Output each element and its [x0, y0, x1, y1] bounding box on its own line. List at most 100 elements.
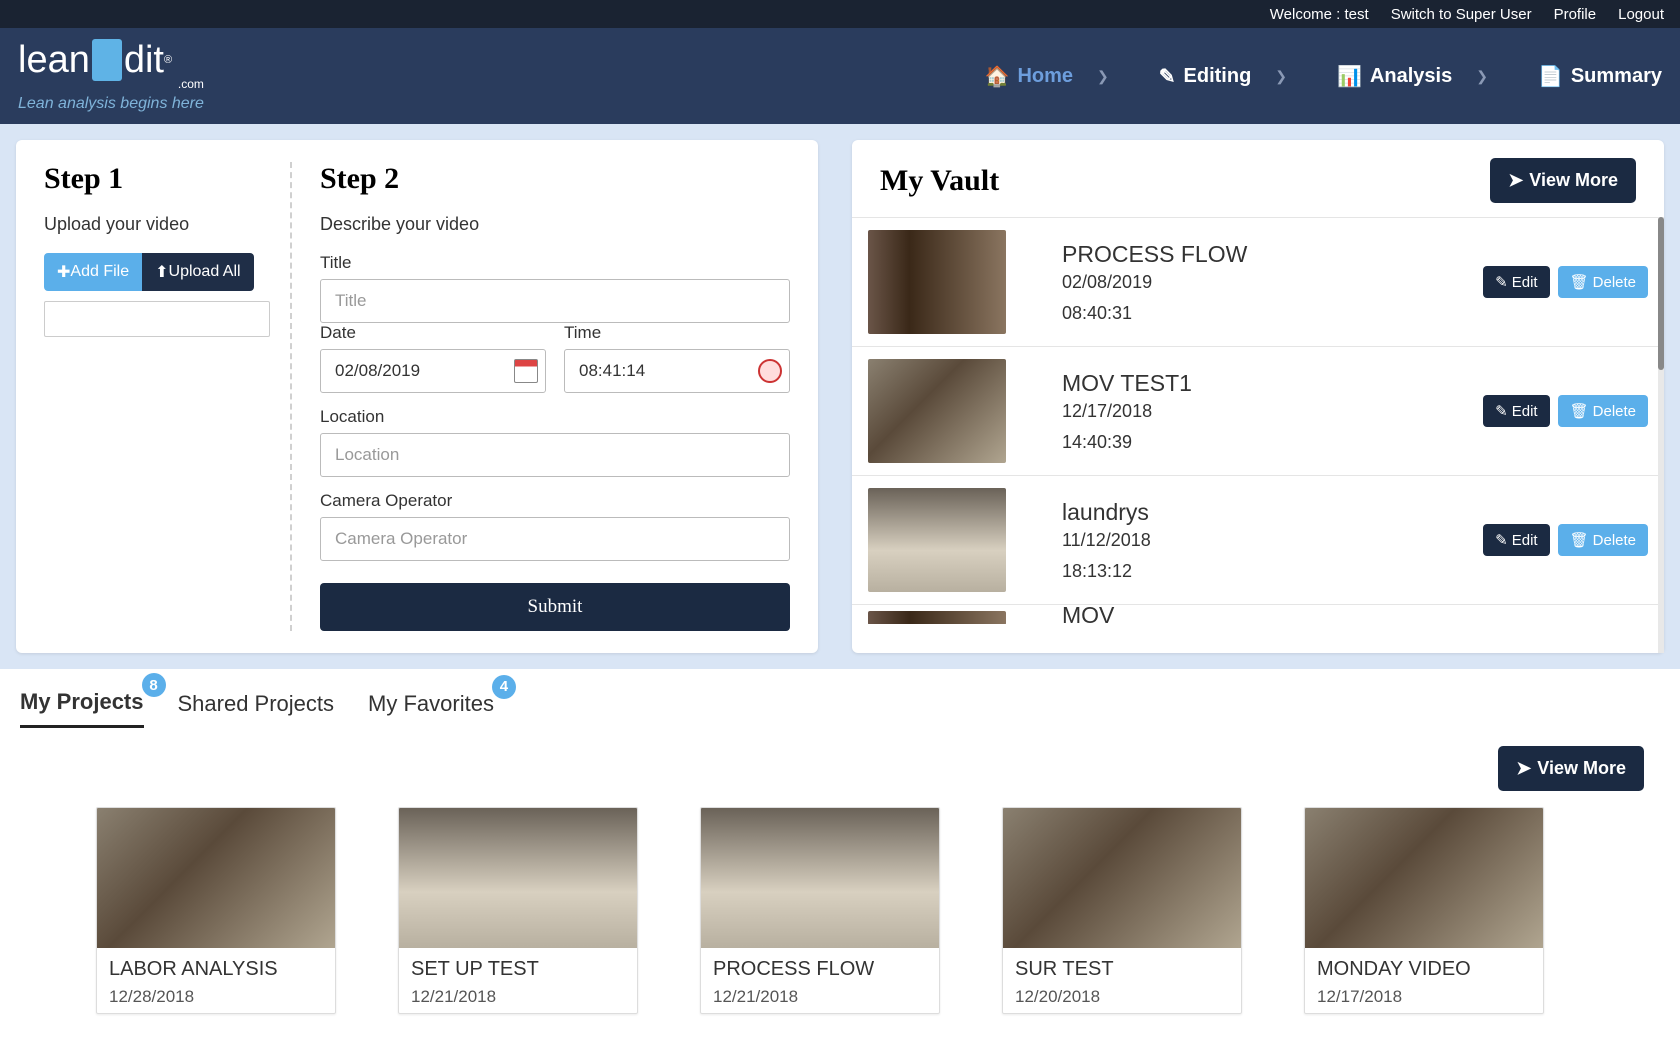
- vault-item-name: MOV TEST1: [1062, 370, 1483, 397]
- project-card[interactable]: MONDAY VIDEO 12/17/2018: [1304, 807, 1544, 1014]
- edit-button[interactable]: ✎ Edit: [1483, 266, 1549, 298]
- operator-input[interactable]: [320, 517, 790, 561]
- step2-subtitle: Describe your video: [320, 214, 790, 235]
- date-label: Date: [320, 323, 546, 343]
- project-title: MONDAY VIDEO: [1317, 958, 1531, 981]
- location-input[interactable]: [320, 433, 790, 477]
- step1-subtitle: Upload your video: [44, 214, 270, 235]
- logout-link[interactable]: Logout: [1618, 6, 1664, 23]
- calendar-icon[interactable]: [514, 359, 538, 383]
- time-input[interactable]: [564, 349, 790, 393]
- chart-icon: 📊: [1337, 64, 1362, 89]
- nav-editing[interactable]: ✎Editing: [1159, 64, 1252, 89]
- vault-item-name: PROCESS FLOW: [1062, 241, 1483, 268]
- projects-view-more-button[interactable]: ➤View More: [1498, 746, 1644, 791]
- submit-button[interactable]: Submit: [320, 583, 790, 631]
- chevron-right-icon[interactable]: ❯: [1275, 68, 1287, 85]
- vault-item-date: 11/12/2018: [1062, 530, 1483, 551]
- project-title: SUR TEST: [1015, 958, 1229, 981]
- trash-icon: 🗑: [1570, 273, 1589, 291]
- profile-link[interactable]: Profile: [1554, 6, 1597, 23]
- nav-summary[interactable]: 📄Summary: [1538, 64, 1662, 89]
- tabs: My Projects 8 Shared Projects My Favorit…: [20, 679, 1660, 728]
- project-card[interactable]: LABOR ANALYSIS 12/28/2018: [96, 807, 336, 1014]
- vault-item-time: 14:40:39: [1062, 432, 1483, 453]
- nav-home[interactable]: 🏠Home: [985, 64, 1073, 89]
- film-icon: [92, 39, 122, 81]
- file-list: [44, 301, 270, 337]
- edit-button[interactable]: ✎ Edit: [1483, 395, 1549, 427]
- location-label: Location: [320, 407, 790, 427]
- vault-item-name: laundrys: [1062, 499, 1483, 526]
- project-date: 12/20/2018: [1015, 987, 1229, 1007]
- vault-item[interactable]: PROCESS FLOW 02/08/2019 08:40:31 ✎ Edit …: [852, 217, 1664, 346]
- document-icon: 📄: [1538, 64, 1563, 89]
- welcome-text: Welcome : test: [1270, 6, 1369, 23]
- vault-view-more-button[interactable]: ➤View More: [1490, 158, 1636, 203]
- project-thumbnail: [399, 808, 637, 948]
- project-card[interactable]: PROCESS FLOW 12/21/2018: [700, 807, 940, 1014]
- scrollbar[interactable]: [1658, 217, 1664, 653]
- logo[interactable]: leandit® .com Lean analysis begins here: [18, 39, 204, 113]
- chevron-right-icon[interactable]: ❯: [1097, 68, 1109, 85]
- time-label: Time: [564, 323, 790, 343]
- tab-my-favorites[interactable]: My Favorites 4: [368, 681, 494, 727]
- vault-item[interactable]: MOV: [852, 604, 1664, 624]
- title-input[interactable]: [320, 279, 790, 323]
- vault-list[interactable]: PROCESS FLOW 02/08/2019 08:40:31 ✎ Edit …: [852, 217, 1664, 653]
- vault-item-time: 08:40:31: [1062, 303, 1483, 324]
- upload-all-button[interactable]: ⬆ Upload All: [142, 253, 253, 291]
- project-thumbnail: [1003, 808, 1241, 948]
- upload-card: Step 1 Upload your video ✚ Add File ⬆ Up…: [16, 140, 818, 653]
- upload-icon: ⬆: [155, 262, 168, 282]
- delete-button[interactable]: 🗑 Delete: [1558, 395, 1648, 427]
- clock-icon[interactable]: [758, 359, 782, 383]
- project-date: 12/28/2018: [109, 987, 323, 1007]
- operator-label: Camera Operator: [320, 491, 790, 511]
- vault-item[interactable]: MOV TEST1 12/17/2018 14:40:39 ✎ Edit 🗑 D…: [852, 346, 1664, 475]
- chevron-right-icon[interactable]: ❯: [1476, 68, 1488, 85]
- project-date: 12/21/2018: [713, 987, 927, 1007]
- vault-item[interactable]: laundrys 11/12/2018 18:13:12 ✎ Edit 🗑 De…: [852, 475, 1664, 604]
- vault-thumbnail: [868, 488, 1006, 592]
- project-thumbnail: [97, 808, 335, 948]
- step1-title: Step 1: [44, 162, 270, 196]
- projects-row: LABOR ANALYSIS 12/28/2018 SET UP TEST 12…: [20, 807, 1660, 1014]
- vault-thumbnail: [868, 359, 1006, 463]
- project-card[interactable]: SET UP TEST 12/21/2018: [398, 807, 638, 1014]
- trash-icon: 🗑: [1570, 531, 1589, 549]
- title-label: Title: [320, 253, 790, 273]
- edit-button[interactable]: ✎ Edit: [1483, 524, 1549, 556]
- nav-analysis[interactable]: 📊Analysis: [1337, 64, 1452, 89]
- arrow-right-circle-icon: ➤: [1508, 170, 1523, 191]
- project-title: PROCESS FLOW: [713, 958, 927, 981]
- project-title: SET UP TEST: [411, 958, 625, 981]
- project-title: LABOR ANALYSIS: [109, 958, 323, 981]
- add-file-button[interactable]: ✚ Add File: [44, 253, 142, 291]
- date-input[interactable]: [320, 349, 546, 393]
- badge: 8: [142, 673, 166, 697]
- project-date: 12/21/2018: [411, 987, 625, 1007]
- project-date: 12/17/2018: [1317, 987, 1531, 1007]
- plus-icon: ✚: [57, 262, 70, 282]
- project-card[interactable]: SUR TEST 12/20/2018: [1002, 807, 1242, 1014]
- tab-shared-projects[interactable]: Shared Projects: [178, 681, 335, 727]
- vault-item-date: 02/08/2019: [1062, 272, 1483, 293]
- vault-card: My Vault ➤View More PROCESS FLOW 02/08/2…: [852, 140, 1664, 653]
- delete-button[interactable]: 🗑 Delete: [1558, 266, 1648, 298]
- projects-section: My Projects 8 Shared Projects My Favorit…: [0, 669, 1680, 1034]
- switch-user-link[interactable]: Switch to Super User: [1391, 6, 1532, 23]
- vault-title: My Vault: [880, 164, 999, 198]
- home-icon: 🏠: [985, 64, 1010, 89]
- project-thumbnail: [1305, 808, 1543, 948]
- project-thumbnail: [701, 808, 939, 948]
- edit-icon: ✎: [1159, 64, 1176, 89]
- tab-my-projects[interactable]: My Projects 8: [20, 679, 144, 728]
- badge: 4: [492, 675, 516, 699]
- pencil-icon: ✎: [1495, 273, 1508, 291]
- pencil-icon: ✎: [1495, 531, 1508, 549]
- vault-item-time: 18:13:12: [1062, 561, 1483, 582]
- trash-icon: 🗑: [1570, 402, 1589, 420]
- topbar: Welcome : test Switch to Super User Prof…: [0, 0, 1680, 28]
- delete-button[interactable]: 🗑 Delete: [1558, 524, 1648, 556]
